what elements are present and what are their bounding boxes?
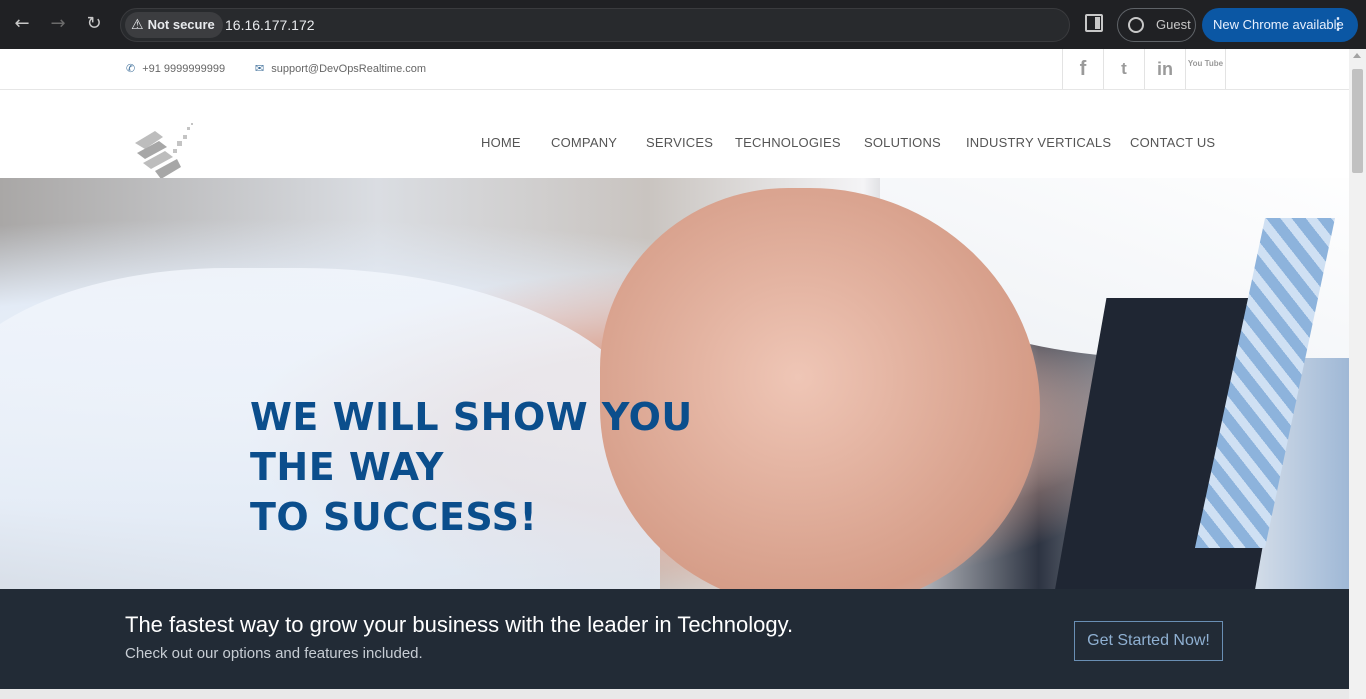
facebook-icon[interactable]: f	[1062, 49, 1103, 89]
person-icon	[1128, 17, 1144, 33]
email-contact[interactable]: ✉ support@DevOpsRealtime.com	[255, 62, 426, 75]
site-header: HOME COMPANY SERVICES TECHNOLOGIES SOLUT…	[0, 90, 1349, 179]
hero-title-line-1: WE WILL SHOW YOU	[250, 395, 693, 439]
hero-banner: WE WILL SHOW YOU THE WAY TO SUCCESS!	[0, 178, 1349, 589]
forward-icon[interactable]: →	[46, 12, 70, 36]
nav-contact-us[interactable]: CONTACT US	[1130, 135, 1215, 150]
cta-subheading: Check out our options and features inclu…	[125, 645, 423, 662]
nav-company[interactable]: COMPANY	[551, 135, 617, 150]
nav-industry-verticals[interactable]: INDUSTRY VERTICALS	[966, 135, 1111, 150]
hero-title-line-3: TO SUCCESS!	[250, 495, 538, 539]
hero-title-line-2: THE WAY	[250, 445, 444, 489]
mail-icon: ✉	[255, 62, 265, 75]
more-menu-icon[interactable]: ⋮	[1330, 8, 1346, 42]
security-chip[interactable]: ⚠ Not secure	[125, 12, 223, 38]
call-to-action-section: The fastest way to grow your business wi…	[0, 589, 1349, 689]
linkedin-icon[interactable]: in	[1144, 49, 1185, 89]
warning-icon: ⚠	[131, 17, 144, 33]
back-icon[interactable]: ←	[10, 12, 34, 36]
update-label: New Chrome available	[1213, 17, 1344, 32]
email-text: support@DevOpsRealtime.com	[271, 62, 427, 75]
web-page: ✆ +91 9999999999 ✉ support@DevOpsRealtim…	[0, 49, 1349, 699]
cta-heading: The fastest way to grow your business wi…	[125, 612, 794, 637]
url-text[interactable]: 16.16.177.172	[225, 9, 315, 41]
page-scrollbar[interactable]	[1349, 49, 1366, 699]
profile-button[interactable]: Guest	[1117, 8, 1196, 42]
profile-label: Guest	[1156, 17, 1191, 32]
security-label: Not secure	[147, 17, 215, 32]
scroll-up-icon[interactable]	[1353, 53, 1361, 58]
youtube-icon[interactable]: You Tube	[1185, 49, 1226, 89]
get-started-button[interactable]: Get Started Now!	[1074, 621, 1223, 661]
contact-bar: ✆ +91 9999999999 ✉ support@DevOpsRealtim…	[0, 49, 1349, 90]
nav-home[interactable]: HOME	[481, 135, 521, 150]
phone-icon: ✆	[126, 62, 136, 75]
next-section-edge	[0, 689, 1349, 699]
twitter-icon[interactable]: t	[1103, 49, 1144, 89]
side-panel-icon[interactable]	[1085, 14, 1103, 32]
browser-toolbar: ← → ↻ ⚠ Not secure 16.16.177.172 Guest N…	[0, 0, 1366, 49]
nav-solutions[interactable]: SOLUTIONS	[864, 135, 941, 150]
reload-icon[interactable]: ↻	[82, 12, 106, 36]
chrome-update-button[interactable]: New Chrome available ⋮	[1202, 8, 1358, 42]
nav-services[interactable]: SERVICES	[646, 135, 713, 150]
hero-title: WE WILL SHOW YOU THE WAY TO SUCCESS!	[250, 392, 693, 542]
address-bar[interactable]: ⚠ Not secure 16.16.177.172	[120, 8, 1070, 42]
phone-text: +91 9999999999	[142, 62, 226, 75]
logo[interactable]	[133, 123, 197, 179]
phone-contact[interactable]: ✆ +91 9999999999	[126, 62, 225, 75]
nav-technologies[interactable]: TECHNOLOGIES	[735, 135, 841, 150]
scrollbar-thumb[interactable]	[1352, 69, 1363, 173]
